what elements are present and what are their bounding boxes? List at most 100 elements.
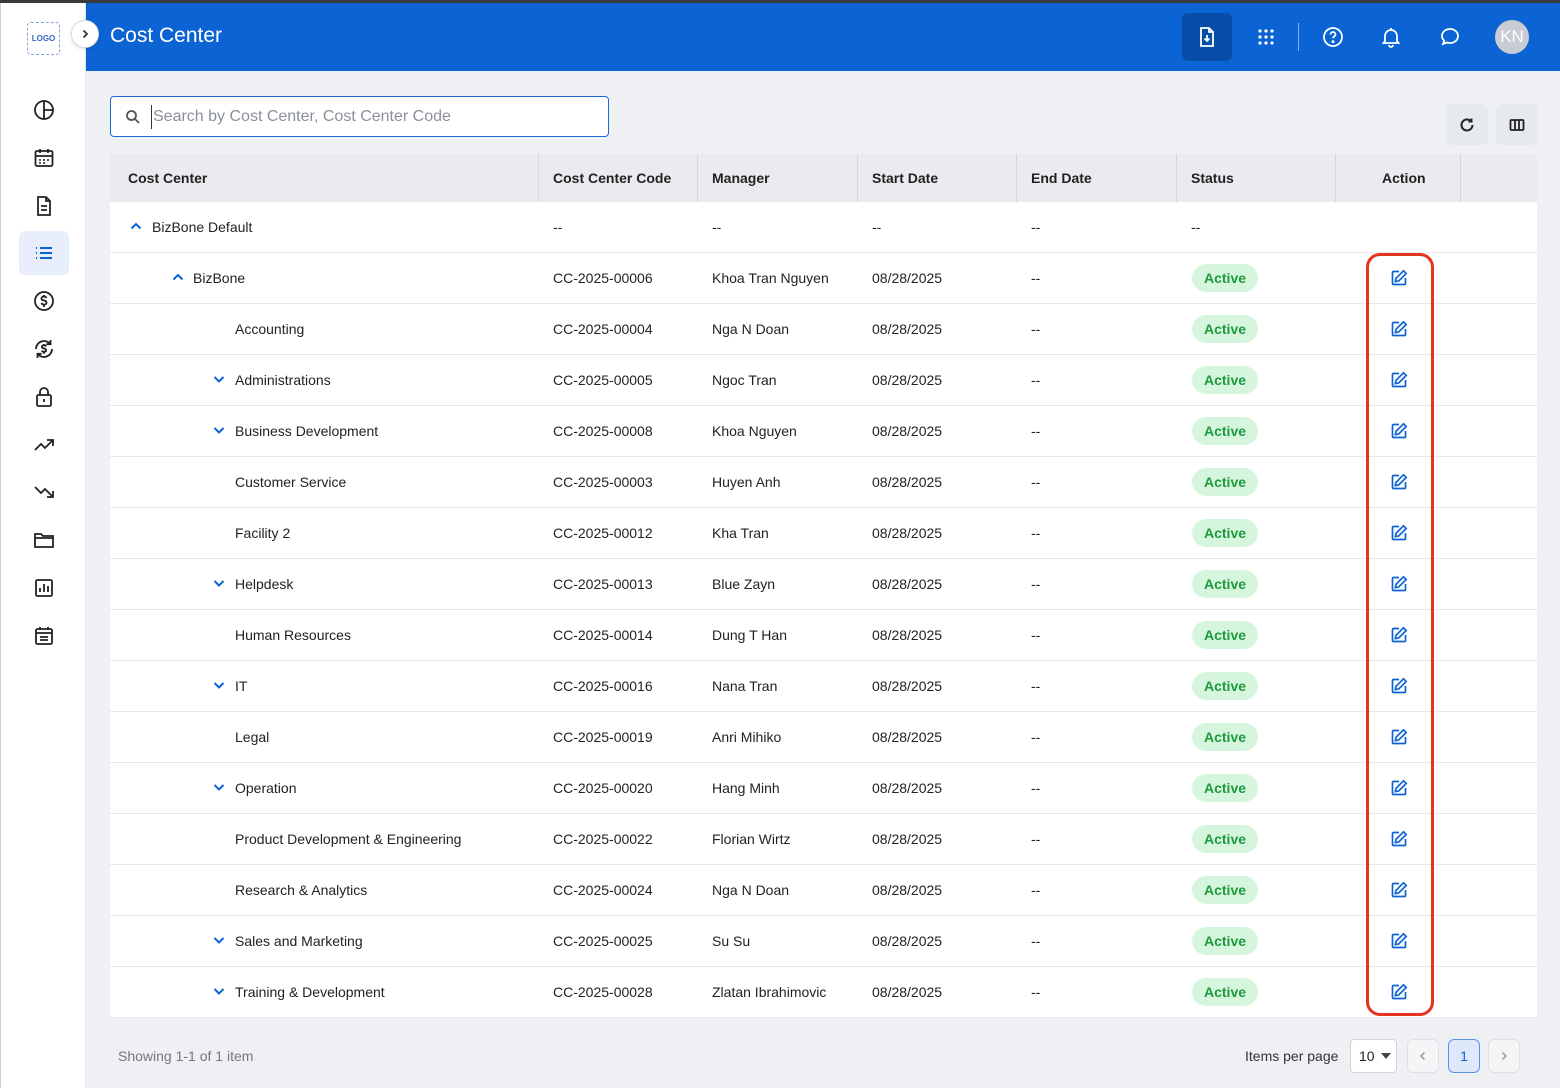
sidebar-item-finance[interactable]	[19, 279, 69, 323]
chevron-down-icon[interactable]	[212, 678, 226, 692]
edit-icon[interactable]	[1390, 932, 1408, 950]
calendar-list-icon	[35, 626, 53, 645]
cost-center-code: CC-2025-00008	[553, 423, 653, 439]
manager-name: Zlatan Ibrahimovic	[712, 984, 827, 1000]
sidebar-item-dashboard[interactable]	[19, 88, 69, 132]
manager-name: Nga N Doan	[712, 321, 790, 337]
column-header-start-date[interactable]: Start Date	[872, 170, 938, 186]
edit-icon[interactable]	[1390, 371, 1408, 389]
cost-center-name: Training & Development	[235, 984, 385, 1000]
table-row[interactable]: Administrations CC-2025-00005 Ngoc Tran 08/…	[110, 355, 1537, 406]
manager-name: Nana Tran	[712, 678, 778, 694]
page-title: Cost Center	[110, 24, 223, 47]
cost-center-code: CC-2025-00028	[553, 984, 653, 1000]
help-icon	[1323, 27, 1343, 47]
sidebar-item-documents[interactable]	[19, 184, 69, 228]
table-row[interactable]: Business Development CC-2025-00008 Khoa Ng…	[110, 406, 1537, 457]
items-per-page-select[interactable]: 10	[1350, 1039, 1397, 1073]
chevron-down-icon[interactable]	[212, 984, 226, 998]
sidebar-item-income[interactable]	[19, 423, 69, 467]
edit-icon[interactable]	[1390, 983, 1408, 1001]
table-row[interactable]: Legal CC-2025-00019 Anri Mihiko 08/28/2025 -…	[110, 712, 1537, 763]
start-date: 08/28/2025	[872, 627, 943, 643]
edit-icon[interactable]	[1390, 269, 1408, 287]
end-date: --	[1031, 423, 1041, 439]
currency-sync-icon	[35, 339, 53, 358]
edit-icon[interactable]	[1390, 473, 1408, 491]
manager-name: Anri Mihiko	[712, 729, 782, 745]
table-row[interactable]: Human Resources CC-2025-00014 Dung T Han 08…	[110, 610, 1537, 661]
sidebar-item-expense[interactable]	[19, 470, 69, 514]
chart-pie-icon	[34, 100, 54, 120]
table-row[interactable]: Research & Analytics CC-2025-00024 Nga N D…	[110, 865, 1537, 916]
column-header-manager[interactable]: Manager	[712, 170, 770, 186]
edit-icon[interactable]	[1390, 830, 1408, 848]
cost-center-name: Administrations	[235, 372, 331, 388]
status-badge: Active	[1192, 570, 1259, 598]
table-row[interactable]: BizBone Default -- -- -- -- --	[110, 202, 1537, 253]
table-row[interactable]: Training & Development CC-2025-00028 Zlata…	[110, 967, 1537, 1018]
help-button[interactable]	[1308, 13, 1358, 61]
end-date: --	[1031, 984, 1041, 1000]
sidebar-item-cost-center[interactable]	[19, 231, 69, 276]
start-date: 08/28/2025	[872, 423, 943, 439]
status-badge: Active	[1192, 264, 1259, 292]
apps-button[interactable]	[1241, 13, 1291, 61]
prev-page-button[interactable]	[1407, 1039, 1439, 1073]
edit-icon[interactable]	[1390, 575, 1408, 593]
avatar[interactable]: KN	[1495, 20, 1529, 54]
edit-icon[interactable]	[1390, 728, 1408, 746]
cost-center-name: Operation	[235, 780, 297, 796]
sidebar-item-files[interactable]	[19, 518, 69, 562]
chevron-down-icon[interactable]	[212, 372, 226, 386]
edit-icon[interactable]	[1390, 422, 1408, 440]
logo: LOGO	[27, 22, 60, 55]
table-row[interactable]: Facility 2 CC-2025-00012 Kha Tran 08/28/202…	[110, 508, 1537, 559]
chat-button[interactable]	[1425, 13, 1475, 61]
manager-name: Hang Minh	[712, 780, 780, 796]
notifications-button[interactable]	[1366, 13, 1416, 61]
table-row[interactable]: Customer Service CC-2025-00003 Huyen Anh 08…	[110, 457, 1537, 508]
table-row[interactable]: Operation CC-2025-00020 Hang Minh 08/28/202…	[110, 763, 1537, 814]
columns-button[interactable]	[1496, 104, 1538, 145]
table-row[interactable]: Accounting CC-2025-00004 Nga N Doan 08/28/2…	[110, 304, 1537, 355]
edit-icon[interactable]	[1390, 677, 1408, 695]
end-date: --	[1031, 882, 1041, 898]
manager-name: Su Su	[712, 933, 751, 949]
sidebar-item-security[interactable]	[19, 375, 69, 419]
table-row[interactable]: BizBone CC-2025-00006 Khoa Tran Nguyen 08/2…	[110, 253, 1537, 304]
edit-icon[interactable]	[1390, 626, 1408, 644]
column-header-cost-center[interactable]: Cost Center	[128, 170, 207, 186]
edit-icon[interactable]	[1390, 881, 1408, 899]
refresh-button[interactable]	[1446, 104, 1488, 145]
start-date: 08/28/2025	[872, 678, 943, 694]
chevron-up-icon[interactable]	[171, 270, 185, 284]
table-row[interactable]: Sales and Marketing CC-2025-00025 Su Su 08/…	[110, 916, 1537, 967]
column-divider	[1460, 154, 1461, 202]
next-page-button[interactable]	[1488, 1039, 1520, 1073]
column-header-end-date[interactable]: End Date	[1031, 170, 1092, 186]
chevron-down-icon[interactable]	[212, 576, 226, 590]
table-row[interactable]: IT CC-2025-00016 Nana Tran 08/28/2025 -- Acti…	[110, 661, 1537, 712]
chevron-down-icon[interactable]	[212, 780, 226, 794]
page-number-current[interactable]: 1	[1448, 1039, 1480, 1073]
cost-center-code: CC-2025-00005	[553, 372, 653, 388]
export-button[interactable]	[1182, 13, 1232, 61]
columns-icon	[1509, 118, 1525, 131]
chevron-up-icon[interactable]	[129, 219, 143, 233]
search-input[interactable]	[151, 105, 591, 129]
sidebar-item-exchange[interactable]	[19, 327, 69, 371]
table-row[interactable]: Helpdesk CC-2025-00013 Blue Zayn 08/28/2025…	[110, 559, 1537, 610]
chevron-down-icon[interactable]	[212, 423, 226, 437]
sidebar-item-reports[interactable]	[19, 566, 69, 610]
sidebar-expand-button[interactable]	[71, 20, 99, 48]
edit-icon[interactable]	[1390, 320, 1408, 338]
edit-icon[interactable]	[1390, 524, 1408, 542]
column-header-status[interactable]: Status	[1191, 170, 1234, 186]
chevron-down-icon[interactable]	[212, 933, 226, 947]
sidebar-item-calendar[interactable]	[19, 136, 69, 180]
sidebar-item-schedule[interactable]	[19, 614, 69, 658]
column-header-code[interactable]: Cost Center Code	[553, 170, 671, 186]
table-row[interactable]: Product Development & Engineering CC-2025…	[110, 814, 1537, 865]
edit-icon[interactable]	[1390, 779, 1408, 797]
